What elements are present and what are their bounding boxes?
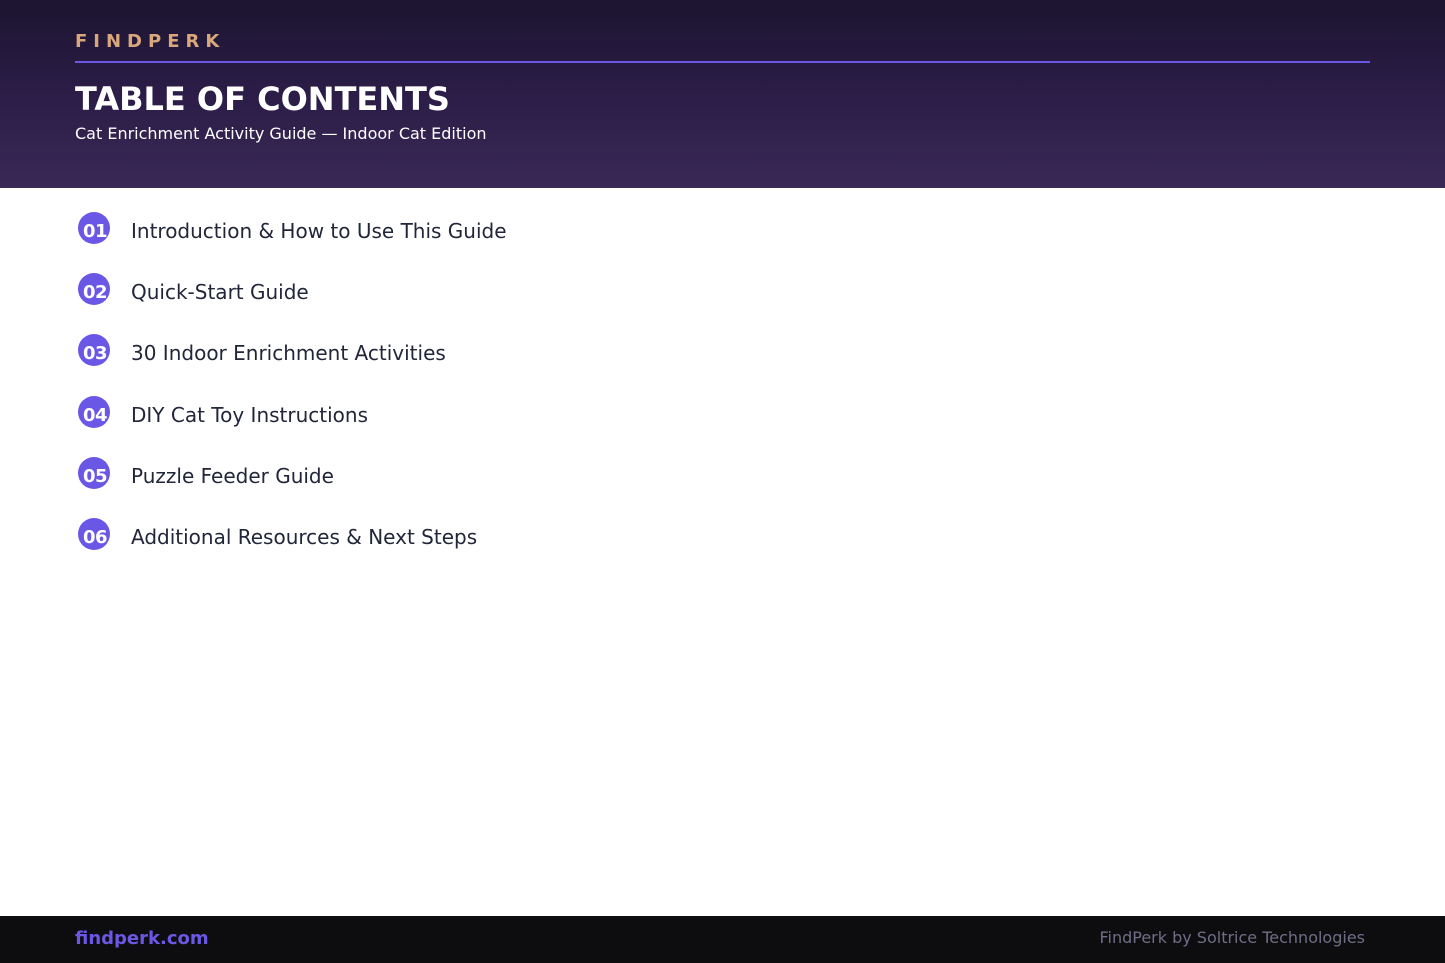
toc-item-label: Quick-Start Guide xyxy=(131,280,309,305)
section-number: 04 xyxy=(83,404,108,426)
section-number: 05 xyxy=(83,465,108,487)
section-number: 02 xyxy=(83,282,108,304)
table-of-contents-list: 01 Introduction & How to Use This Guide … xyxy=(78,212,1078,579)
section-number-badge: 01 xyxy=(78,212,110,244)
footer-credit: FindPerk by Soltrice Technologies xyxy=(1099,928,1365,947)
section-number-badge: 05 xyxy=(78,456,110,489)
toc-item-label: 30 Indoor Enrichment Activities xyxy=(131,341,446,366)
toc-item-puzzle-feeder[interactable]: 05 Puzzle Feeder Guide xyxy=(78,456,1078,518)
toc-item-label: Introduction & How to Use This Guide xyxy=(131,219,507,243)
header-divider xyxy=(75,61,1370,63)
toc-item-quick-start[interactable]: 02 Quick-Start Guide xyxy=(78,273,1078,334)
footer-bar: findperk.com FindPerk by Soltrice Techno… xyxy=(0,916,1445,963)
toc-item-label: Additional Resources & Next Steps xyxy=(131,524,478,549)
website-link[interactable]: findperk.com xyxy=(75,928,209,950)
section-number-badge: 02 xyxy=(78,273,110,306)
toc-item-label: Puzzle Feeder Guide xyxy=(131,463,334,488)
toc-item-diy-toys[interactable]: 04 DIY Cat Toy Instructions xyxy=(78,395,1078,457)
section-number: 01 xyxy=(83,221,108,242)
section-number: 06 xyxy=(83,526,108,548)
page-title: TABLE OF CONTENTS xyxy=(75,80,450,118)
toc-item-activities[interactable]: 03 30 Indoor Enrichment Activities xyxy=(78,334,1078,395)
section-number-badge: 04 xyxy=(78,395,110,428)
brand-logo-text: FINDPERK xyxy=(75,31,226,52)
toc-item-label: DIY Cat Toy Instructions xyxy=(131,402,369,427)
section-number: 03 xyxy=(83,343,108,365)
page-subtitle: Cat Enrichment Activity Guide — Indoor C… xyxy=(75,124,487,143)
header-banner: FINDPERK TABLE OF CONTENTS Cat Enrichmen… xyxy=(0,0,1445,188)
toc-item-resources[interactable]: 06 Additional Resources & Next Steps xyxy=(78,517,1078,579)
section-number-badge: 03 xyxy=(78,334,110,367)
section-number-badge: 06 xyxy=(78,517,110,550)
toc-item-introduction[interactable]: 01 Introduction & How to Use This Guide xyxy=(78,212,1078,273)
